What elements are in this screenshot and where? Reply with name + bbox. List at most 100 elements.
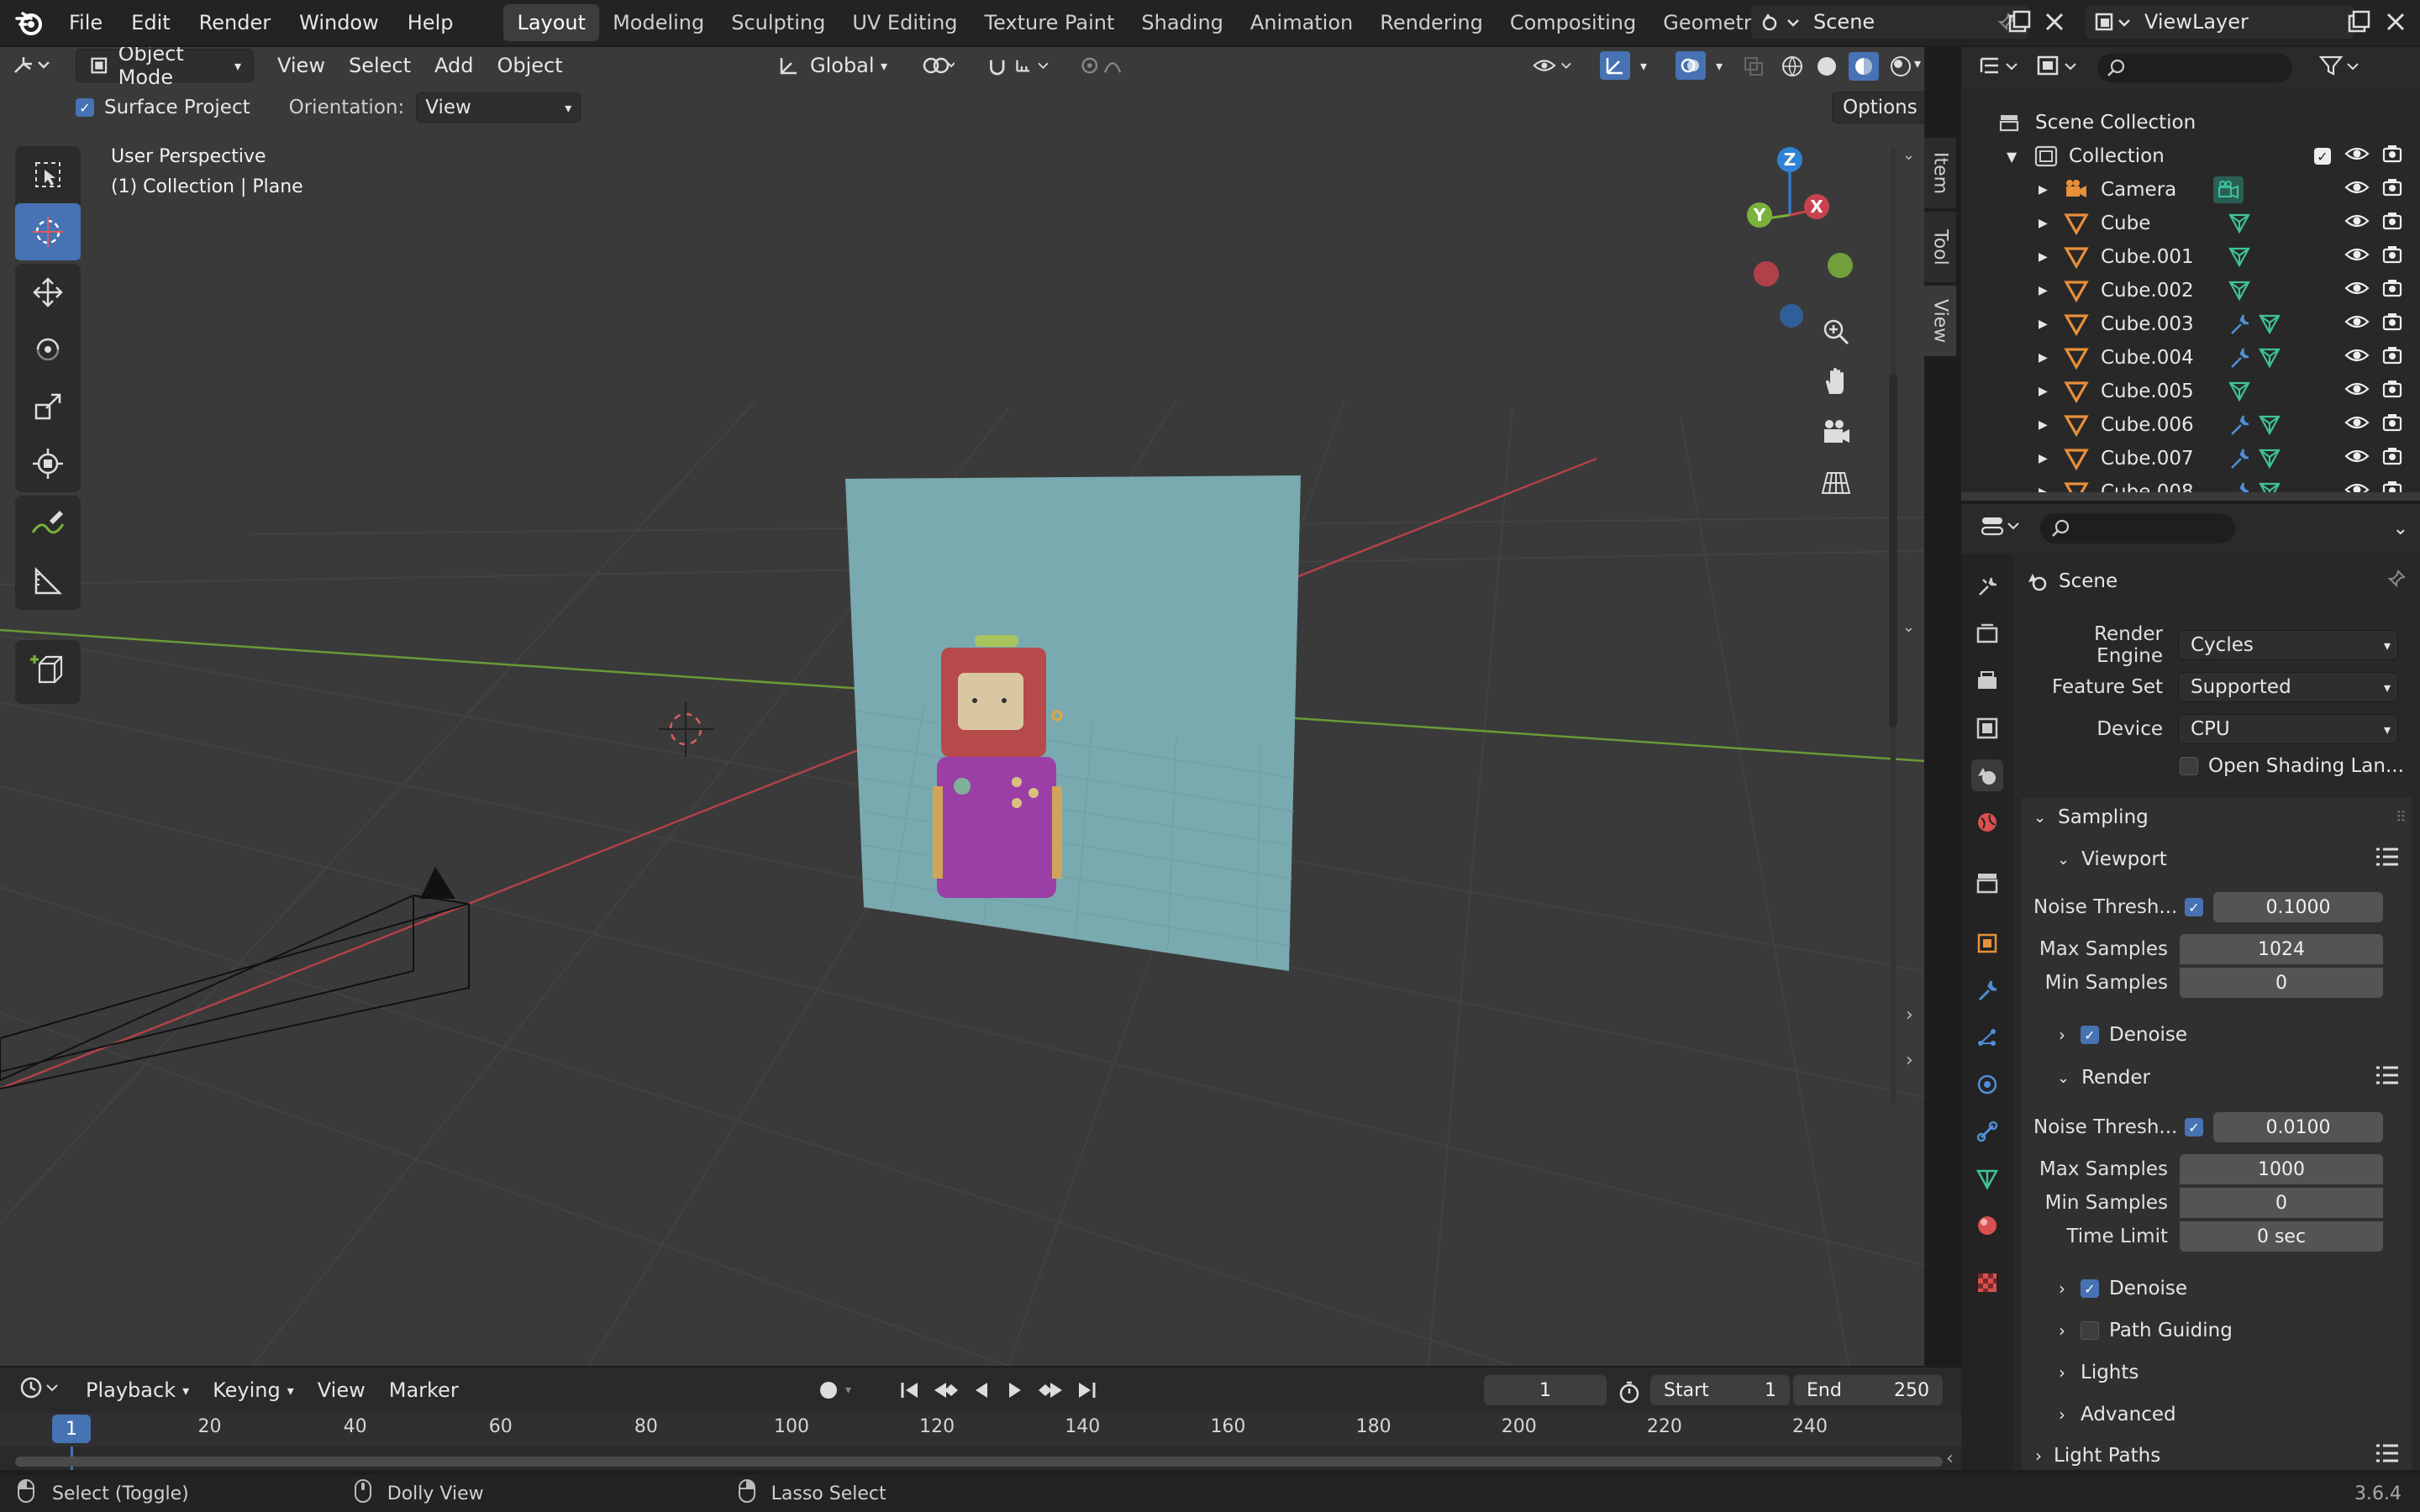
eye-icon[interactable] xyxy=(2344,211,2370,236)
side-tab-tool[interactable]: Tool xyxy=(1924,212,1956,282)
render-camera-icon[interactable] xyxy=(2381,344,2403,371)
side-tab-view[interactable]: View xyxy=(1924,286,1956,356)
outliner-search-input[interactable] xyxy=(2097,54,2292,82)
presets-list-icon[interactable] xyxy=(2375,1064,2400,1091)
rendered-shading-icon[interactable] xyxy=(1888,54,1913,79)
scale-tool[interactable] xyxy=(15,378,81,435)
solid-shading-icon[interactable] xyxy=(1814,54,1839,79)
playback-menu[interactable]: Playback ▾ xyxy=(74,1373,201,1407)
next-keyframe-icon[interactable] xyxy=(1035,1378,1065,1403)
tab-uv-editing[interactable]: UV Editing xyxy=(839,4,971,41)
rotate-tool[interactable] xyxy=(15,321,81,378)
mesh-data-icon[interactable] xyxy=(2227,210,2252,235)
overlay-toggle[interactable]: ▾ xyxy=(1664,49,1738,82)
tab-physics[interactable] xyxy=(1971,1068,2003,1100)
render-camera-icon[interactable] xyxy=(2381,311,2403,338)
r-noise-threshold-checkbox[interactable]: ✓ xyxy=(2185,1118,2203,1137)
tab-texture-paint[interactable]: Texture Paint xyxy=(971,4,1128,41)
vp-denoise-checkbox[interactable]: ✓ xyxy=(2081,1026,2099,1044)
wrench-icon[interactable] xyxy=(2227,446,2252,471)
vp-menu-add[interactable]: Add xyxy=(423,49,485,82)
expand-arrow-icon[interactable]: ▶ xyxy=(2039,452,2048,465)
light-paths-panel-header[interactable]: › Light Paths xyxy=(2022,1436,2412,1470)
zoom-view-button[interactable] xyxy=(1813,309,1859,354)
collection-exclude-checkbox[interactable]: ✓ xyxy=(2314,148,2331,165)
r-denoise-checkbox[interactable]: ✓ xyxy=(2081,1279,2099,1298)
mesh-data-icon[interactable] xyxy=(2227,277,2252,302)
outliner-item-name[interactable]: Cube.006 xyxy=(2101,414,2194,436)
tab-view-layer[interactable] xyxy=(1971,712,2003,744)
outliner-item[interactable]: ▶ Camera xyxy=(1961,173,2420,207)
gizmo-toggle[interactable]: ▾ xyxy=(1588,49,1662,82)
timeline-marker-menu[interactable]: Marker xyxy=(377,1373,471,1407)
render-camera-icon[interactable] xyxy=(2381,277,2403,304)
presets-list-icon[interactable] xyxy=(2375,846,2400,873)
end-frame-field[interactable]: End 250 xyxy=(1793,1375,1943,1405)
outliner-scene-collection[interactable]: Scene Collection xyxy=(1961,106,2420,139)
tab-world[interactable] xyxy=(1971,806,2003,838)
vp-noise-threshold-field[interactable]: 0.1000 xyxy=(2213,892,2383,922)
tab-collection[interactable] xyxy=(1971,867,2003,899)
advanced-row[interactable]: › Advanced xyxy=(2022,1398,2412,1431)
keying-menu[interactable]: Keying ▾ xyxy=(201,1373,306,1407)
wrench-icon[interactable] xyxy=(2227,345,2252,370)
transform-tool[interactable] xyxy=(15,435,81,492)
eye-icon[interactable] xyxy=(2344,446,2370,471)
tab-object[interactable] xyxy=(1971,927,2003,959)
expand-arrow-icon[interactable]: ▶ xyxy=(2039,284,2048,297)
mesh-data-icon[interactable] xyxy=(2257,412,2282,437)
current-frame-marker[interactable]: 1 xyxy=(52,1415,91,1443)
eye-icon[interactable] xyxy=(2344,379,2370,404)
tab-output[interactable] xyxy=(1971,665,2003,697)
timeline-scrollbar[interactable] xyxy=(15,1457,1943,1467)
xray-icon[interactable] xyxy=(1741,54,1766,84)
render-subpanel-header[interactable]: ⌄ Render xyxy=(2022,1058,2412,1097)
editor-type-button[interactable] xyxy=(0,49,71,82)
tab-constraints[interactable] xyxy=(1971,1116,2003,1147)
path-guiding-checkbox[interactable] xyxy=(2081,1321,2099,1340)
gizmo-neg-x-axis[interactable] xyxy=(1754,261,1779,286)
viewport-subpanel-header[interactable]: ⌄ Viewport xyxy=(2022,840,2412,879)
menu-help[interactable]: Help xyxy=(396,11,471,34)
tab-particles[interactable] xyxy=(1971,1021,2003,1053)
eye-icon[interactable] xyxy=(2344,144,2370,169)
outliner-item-name[interactable]: Cube.007 xyxy=(2101,448,2194,470)
pin-icon[interactable] xyxy=(2386,569,2407,594)
display-mode-icon[interactable] xyxy=(2035,54,2087,82)
osl-checkbox[interactable] xyxy=(2180,757,2198,775)
sampling-panel-header[interactable]: ⌄ Sampling ⠿ xyxy=(2022,798,2412,837)
filter-icon[interactable] xyxy=(2318,54,2363,82)
feature-set-dropdown[interactable]: Supported ▾ xyxy=(2178,672,2398,702)
jump-start-icon[interactable] xyxy=(897,1378,923,1403)
expand-arrow-icon[interactable]: ▶ xyxy=(2039,351,2048,365)
eye-icon[interactable] xyxy=(2344,177,2370,202)
outliner-item-name[interactable]: Cube.001 xyxy=(2101,246,2194,268)
outliner-item[interactable]: ▶ Cube xyxy=(1961,207,2420,240)
lights-row[interactable]: › Lights xyxy=(2022,1356,2412,1389)
transform-orientation-dropdown[interactable]: Global ▾ xyxy=(765,49,899,82)
expand-arrow-icon[interactable]: ▶ xyxy=(2039,318,2048,331)
start-frame-field[interactable]: Start 1 xyxy=(1650,1375,1790,1405)
vp-denoise-row[interactable]: › ✓ Denoise xyxy=(2022,1018,2412,1052)
outliner-item[interactable]: ▶ Cube.006 xyxy=(1961,408,2420,442)
mode-dropdown[interactable]: Object Mode ▾ xyxy=(76,47,254,89)
scene-selector[interactable]: Scene xyxy=(1751,5,2028,39)
delete-view-layer-icon[interactable] xyxy=(2381,8,2410,36)
camera-data-icon[interactable] xyxy=(2213,176,2244,203)
menu-window[interactable]: Window xyxy=(287,11,396,34)
annotate-tool[interactable] xyxy=(15,496,81,553)
mesh-data-icon[interactable] xyxy=(2257,311,2282,336)
snap-toggle[interactable] xyxy=(975,49,1067,82)
mesh-data-icon[interactable] xyxy=(2227,244,2252,269)
properties-editor-type-icon[interactable] xyxy=(1980,513,2027,543)
eye-icon[interactable] xyxy=(2344,312,2370,337)
timeline-view-menu[interactable]: View xyxy=(306,1373,377,1407)
mesh-data-icon[interactable] xyxy=(2257,344,2282,370)
mesh-data-icon[interactable] xyxy=(2227,378,2252,403)
menu-edit[interactable]: Edit xyxy=(119,11,187,34)
outliner-collection[interactable]: ▼ Collection ✓ xyxy=(1961,139,2420,173)
render-engine-dropdown[interactable]: Cycles ▾ xyxy=(2178,630,2398,660)
render-camera-icon[interactable] xyxy=(2381,244,2403,270)
device-dropdown[interactable]: CPU ▾ xyxy=(2178,714,2398,744)
material-shading-icon[interactable] xyxy=(1848,52,1879,81)
